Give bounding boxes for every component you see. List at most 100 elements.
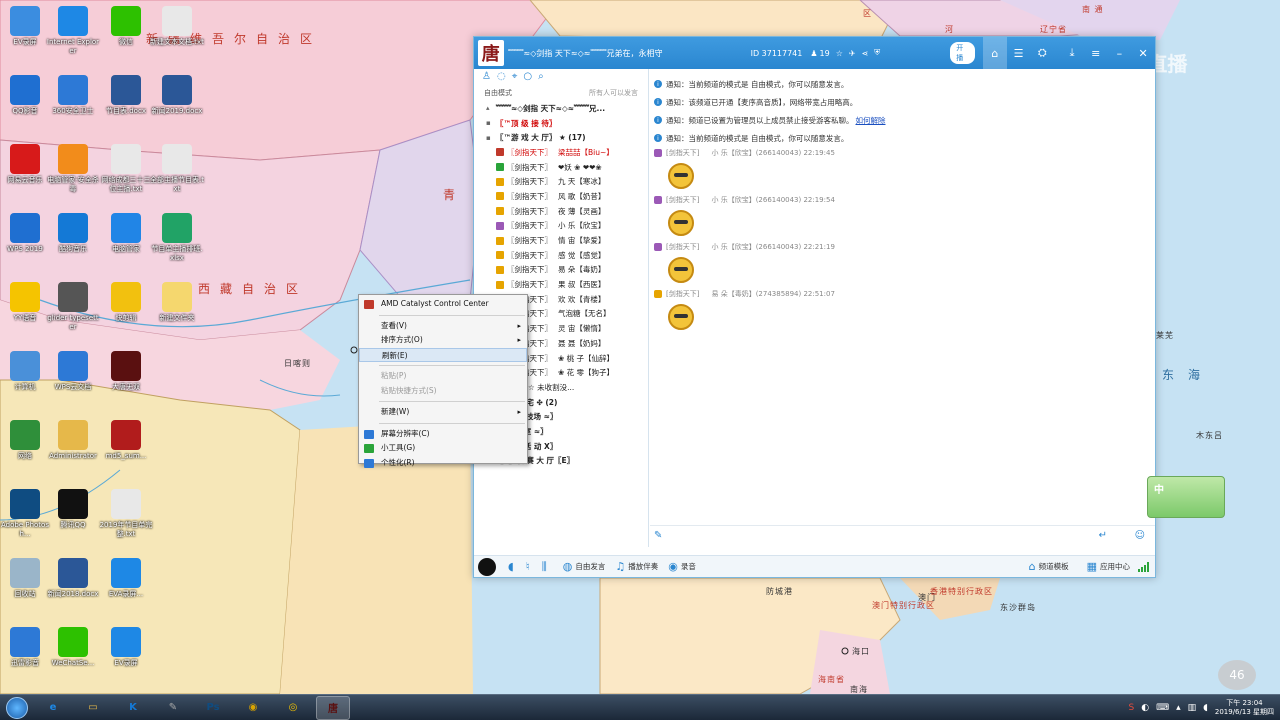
desktop-icon[interactable]: 全部主播节目表.txt <box>150 144 204 194</box>
desktop-icon[interactable]: 新建文件夹 <box>150 282 204 323</box>
speaker-icon[interactable]: ◖ <box>508 560 514 573</box>
keyboard-icon[interactable]: ⌨ <box>1156 703 1169 713</box>
volume-icon[interactable]: ◖ <box>1203 703 1208 713</box>
user-icon[interactable]: ♙ <box>482 71 491 83</box>
mode-select[interactable]: 自由模式 <box>484 88 512 98</box>
circle-icon[interactable]: ○ <box>523 71 532 83</box>
channel-user-item[interactable]: 〖剑指天下〗 梁喆喆【Biu~】 <box>474 145 648 160</box>
channel-item[interactable]: ▪ 〖™游 戏 大 厅〗 ★ (17) <box>474 130 648 145</box>
desktop-icon[interactable]: WeChatSe... <box>46 627 100 668</box>
microphone-icon[interactable]: ♮ <box>526 560 530 573</box>
desktop-icon[interactable]: WPS云文档 <box>46 351 100 392</box>
message-sender[interactable]: 小 乐【欣宝】(266140043) 22:19:45 <box>711 148 834 158</box>
side-widget[interactable]: 中 <box>1147 476 1225 518</box>
desktop-icon[interactable]: glider typesetter <box>46 282 100 332</box>
channel-item[interactable]: ▴ ﹌﹌≈◇剑指 天下≈◇≈﹌﹌兄... <box>474 101 648 116</box>
equalizer-icon[interactable]: ⫼ <box>542 560 547 574</box>
search-icon[interactable]: ⌕ <box>538 71 544 83</box>
context-menu-item[interactable]: 排序方式(O) ▸ <box>359 333 527 348</box>
desktop-icon[interactable]: Administrator <box>46 420 100 461</box>
message-input-bar[interactable]: ✎ ↵ ☺ <box>650 525 1155 547</box>
context-menu-item[interactable]: 个性化(R) <box>359 456 527 471</box>
emoji-icon[interactable]: ☺ <box>1135 530 1145 541</box>
live-toggle[interactable]: 开播 <box>950 42 976 64</box>
desktop-icon[interactable]: 大唐无双 <box>99 351 153 392</box>
location-icon[interactable]: ⌖ <box>512 71 518 83</box>
desktop-icon[interactable]: 网络成都三十三位主播.txt <box>99 144 153 194</box>
sogou-icon[interactable]: S <box>1129 703 1135 713</box>
desktop-icon[interactable]: 2019年节目单完整.txt <box>99 489 153 539</box>
channel-avatar[interactable]: 唐 <box>478 40 504 66</box>
explorer-taskbar-icon[interactable]: ▭ <box>76 696 110 720</box>
photoshop-taskbar-icon[interactable]: Ps <box>196 696 230 720</box>
menu-icon[interactable]: ≡ <box>1084 37 1108 69</box>
pen-taskbar-icon[interactable]: ✎ <box>156 696 190 720</box>
desktop-icon[interactable]: 微信 <box>99 6 153 47</box>
shield-icon[interactable]: ⛨ <box>874 48 880 58</box>
tray-expand-icon[interactable]: ▴ <box>1176 703 1181 713</box>
close-icon[interactable]: ✕ <box>1131 37 1155 69</box>
context-menu-item[interactable]: 新建(W) ▸ <box>359 405 527 420</box>
home-icon[interactable]: ⌂ <box>983 37 1007 69</box>
download-icon[interactable]: ⤓ <box>1060 37 1084 69</box>
context-menu-item[interactable]: AMD Catalyst Control Center <box>359 297 527 312</box>
context-menu-item[interactable]: 屏幕分辨率(C) <box>359 427 527 442</box>
desktop-icon[interactable]: 迅雷影音 <box>0 627 52 668</box>
chat-bubble-icon[interactable]: ◌ <box>497 71 506 83</box>
channel-template-button[interactable]: ⌂ 频道模板 <box>1029 560 1069 573</box>
ie-taskbar-icon[interactable]: e <box>36 696 70 720</box>
context-menu-item[interactable]: 查看(V) ▸ <box>359 319 527 334</box>
airplane-icon[interactable]: ✈ <box>849 49 856 58</box>
kugou-taskbar-icon[interactable]: K <box>116 696 150 720</box>
tree-expand-icon[interactable]: ▴ <box>486 104 496 112</box>
desktop-icon[interactable]: WPS 2019 <box>0 213 52 254</box>
desktop-icon[interactable]: Internet Explorer <box>46 6 100 56</box>
desktop-icon[interactable]: 新闻2019.docx <box>150 75 204 116</box>
desktop-icon[interactable]: YY语音 <box>0 282 52 323</box>
channel-user-item[interactable]: 〖剑指天下〗 ❤妖 ❀ ❤❤❀ <box>474 160 648 175</box>
my-avatar[interactable] <box>478 557 496 576</box>
context-menu-item[interactable]: 小工具(G) <box>359 441 527 456</box>
desktop-icon[interactable]: Adobe Photosh... <box>0 489 52 539</box>
channel-user-item[interactable]: 〖剑指天下〗风 歌【奶昔】 <box>474 189 648 204</box>
desktop-icon[interactable]: 网络 <box>0 420 52 461</box>
message-sender[interactable]: 小 乐【欣宝】(266140043) 22:19:54 <box>711 195 834 205</box>
desktop-icon[interactable]: EVA录屏... <box>99 558 153 599</box>
yy-channel-window[interactable]: 唐 ﹌﹌≈◇剑指 天下≈◇≈﹌﹌兄弟在，永相守 ID 37117741 ♟ 19… <box>473 36 1156 578</box>
context-menu-item[interactable]: 粘贴快捷方式(S) <box>359 384 527 399</box>
channel-user-item[interactable]: 〖剑指天下〗果 叔【西医】 <box>474 277 648 292</box>
desktop-context-menu[interactable]: AMD Catalyst Control Center 查看(V) ▸ 排序方式(O)… <box>358 294 528 468</box>
tang-taskbar-icon[interactable]: 唐 <box>316 695 350 720</box>
desktop-icon[interactable]: 电脑管家 <box>99 213 153 254</box>
network-icon[interactable]: ▥ <box>1188 703 1197 713</box>
channel-user-item[interactable]: 〖剑指天下〗夜 薄【灵画】 <box>474 204 648 219</box>
desktop-icon[interactable]: 电脑管家-安全杀毒 <box>46 144 100 194</box>
desktop-icon[interactable]: 新闻2018.docx <box>46 558 100 599</box>
clock[interactable]: 下午 23:04 2019/6/13 星期四 <box>1215 699 1274 717</box>
desktop-icon[interactable]: 快剪辑 <box>99 282 153 323</box>
desktop-icon[interactable]: EV录屏 <box>0 6 52 47</box>
channel-user-item[interactable]: 〖剑指天下〗九 天【寒冰】 <box>474 174 648 189</box>
desktop-icon[interactable]: md5_sum... <box>99 420 153 461</box>
tray-app-icon[interactable]: ◐ <box>1141 703 1149 713</box>
desktop-icon[interactable]: 回收站 <box>0 558 52 599</box>
channel-user-item[interactable]: 〖剑指天下〗感 觉【感觉】 <box>474 248 648 263</box>
desktop-icon[interactable]: 网易云音乐 <box>0 144 52 185</box>
desktop-icon[interactable]: 计算机 <box>0 351 52 392</box>
channel-user-item[interactable]: 〖剑指天下〗易 朵【毒奶】 <box>474 263 648 278</box>
paint-icon[interactable]: ✎ <box>654 530 662 541</box>
message-sender[interactable]: 小 乐【欣宝】(266140043) 22:21:19 <box>711 242 834 252</box>
free-speech-button[interactable]: ◍ 自由发言 <box>563 560 606 573</box>
chrome-taskbar-icon[interactable]: ◉ <box>236 696 270 720</box>
tree-expand-icon[interactable]: ▪ <box>486 119 496 127</box>
context-menu-item[interactable]: 刷新(E) <box>359 347 527 362</box>
desktop-icon[interactable]: 节目表.docx <box>99 75 153 116</box>
play-music-button[interactable]: ♫ 播放伴奏 <box>615 560 658 573</box>
desktop-icon[interactable]: 酷狗音乐 <box>46 213 100 254</box>
start-button[interactable] <box>6 696 28 719</box>
message-sender[interactable]: 易 朵【毒奶】(274385894) 22:51:07 <box>711 289 834 299</box>
desktop-icon[interactable]: 节目单主播排班.xlsx <box>150 213 204 263</box>
window-titlebar[interactable]: 唐 ﹌﹌≈◇剑指 天下≈◇≈﹌﹌兄弟在，永相守 ID 37117741 ♟ 19… <box>474 37 1155 69</box>
app-center-button[interactable]: ▦ 应用中心 <box>1087 560 1130 573</box>
desktop-icon[interactable]: EV录屏 <box>99 627 153 668</box>
